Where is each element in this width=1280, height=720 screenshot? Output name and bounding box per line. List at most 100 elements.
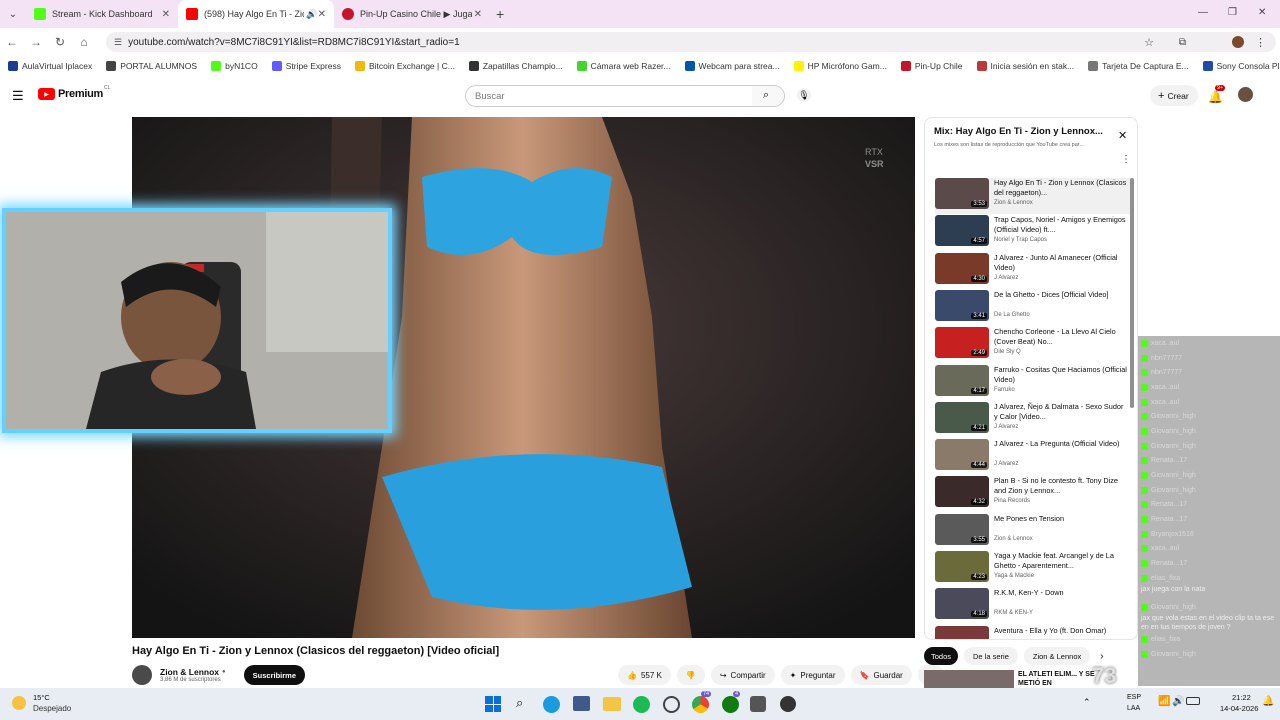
playlist-item[interactable]: Aventura - Ella y Yo (ft. Don Omar) (935, 625, 1131, 639)
bookmark-item[interactable]: PORTAL ALUMNOS (106, 61, 197, 71)
bookmark-item[interactable]: AulaVirtual Iplacex (8, 61, 92, 71)
clock-time[interactable]: 21:22 (1232, 693, 1251, 702)
xbox-icon[interactable] (722, 696, 739, 713)
notifications-button[interactable]: 🔔 9+ (1208, 85, 1226, 106)
bookmark-item[interactable]: Inicia sesión en stak... (976, 61, 1074, 71)
back-icon[interactable]: ← (0, 35, 24, 49)
tab-youtube[interactable]: (598) Hay Algo En Ti - Zion 🔊 ✕ (178, 0, 334, 28)
obs-icon[interactable] (780, 696, 796, 712)
language-label[interactable]: ESP (1127, 694, 1141, 701)
tab-kick[interactable]: Stream - Kick Dashboard ✕ (26, 0, 178, 28)
playlist-item[interactable]: 4:32 Plan B - Si no le contesto ft. Tony … (935, 476, 1131, 512)
weather-temp[interactable]: 15°C (33, 693, 50, 702)
window-close-icon[interactable]: ✕ (1258, 7, 1266, 18)
notification-center-icon[interactable]: 🔔 (1262, 696, 1274, 707)
bookmark-item[interactable]: Zapatillas Champio... (468, 61, 563, 71)
star-icon[interactable]: ☆ (1144, 36, 1154, 49)
chip-next-icon[interactable]: › (1100, 651, 1103, 662)
app-icon[interactable] (750, 696, 766, 712)
speaker-icon[interactable]: 🔊 (306, 9, 317, 20)
playlist-item[interactable]: 4:23 Yaga y Mackie feat. Arcangel y de La… (935, 551, 1131, 587)
subscribe-button[interactable]: Suscribirme (243, 665, 306, 685)
site-info-icon[interactable]: ☰ (114, 37, 122, 48)
new-tab-button[interactable]: + (496, 6, 504, 22)
playlist-item[interactable]: 4:21 J Alvarez, Ñejo & Dalmata - Sexo Sud… (935, 401, 1131, 438)
dislike-button[interactable]: 👎 (676, 665, 705, 685)
wifi-icon[interactable]: 📶 (1158, 696, 1170, 707)
playlist-item-text: Plan B - Si no le contesto ft. Tony Dize… (994, 476, 1129, 512)
maximize-icon[interactable]: ❐ (1228, 7, 1237, 18)
playlist-item[interactable]: 4:30 J Alvarez - Junto Al Amanecer (Offic… (935, 252, 1131, 289)
microphone-icon[interactable]: 🎙 (797, 88, 811, 102)
weather-desc[interactable]: Despejado (33, 704, 71, 713)
bookmark-item[interactable]: byN1CO (211, 61, 258, 71)
hamburger-menu-icon[interactable]: ☰ (12, 88, 24, 104)
battery-icon[interactable] (1186, 697, 1200, 705)
edge-icon[interactable] (543, 696, 560, 713)
chip-channel[interactable]: Zion & Lennox (1023, 647, 1091, 665)
playlist-item[interactable]: 3:53 Hay Algo En Ti - Zion y Lennox (Clas… (935, 178, 1131, 214)
bookmark-item[interactable]: Tarjeta De Captura E... (1088, 61, 1189, 71)
playlist-item[interactable]: 4:44 J Alvarez - La Pregunta (Official Vi… (935, 439, 1131, 475)
create-button[interactable]: + Crear (1150, 85, 1198, 106)
profile-avatar[interactable] (1232, 36, 1244, 48)
store-icon[interactable] (573, 696, 590, 711)
like-button[interactable]: 👍 557 K (618, 665, 671, 685)
share-button[interactable]: ↪ Compartir (710, 665, 775, 685)
minimize-icon[interactable]: — (1198, 7, 1208, 18)
chip-series[interactable]: De la serie (964, 647, 1018, 665)
tray-chevron-icon[interactable]: ⌃ (1083, 697, 1091, 708)
start-icon[interactable] (485, 696, 501, 712)
clock-date[interactable]: 14-04-2026 (1220, 704, 1258, 713)
explorer-icon[interactable] (603, 697, 621, 711)
bookmark-item[interactable]: Sony Consola PlaySt... (1202, 61, 1280, 71)
playlist-item[interactable]: 3:41 De la Ghetto - Dices [Official Video… (935, 289, 1131, 326)
close-icon[interactable]: ✕ (162, 9, 170, 20)
playlist-menu-icon[interactable]: ⋮ (1121, 154, 1131, 165)
playlist-item[interactable]: 4:18 R.K.M, Ken-Y - Down RKM & KEN-Y (935, 588, 1131, 624)
bookmark-item[interactable]: HP Micrófono Gam... (793, 61, 887, 71)
playlist-item[interactable]: 3:55 Me Pones en Tension Zion & Lennox (935, 513, 1131, 550)
menu-icon[interactable]: ⋮ (1255, 36, 1266, 49)
close-icon[interactable]: ✕ (318, 9, 326, 20)
url-field[interactable]: ☰ youtube.com/watch?v=8MC7i8C91YI&list=R… (106, 32, 1276, 52)
chrome-icon[interactable] (692, 696, 709, 713)
home-icon[interactable]: ⌂ (72, 35, 96, 49)
tab-pinup[interactable]: Pin-Up Casino Chile ▶ Jugar al ✕ (334, 0, 490, 28)
playlist-scrollbar[interactable] (1130, 178, 1134, 408)
account-avatar[interactable] (1238, 87, 1253, 102)
close-icon[interactable]: ✕ (474, 9, 482, 20)
forward-icon[interactable]: → (24, 35, 48, 49)
save-button[interactable]: 🔖 Guardar (850, 665, 912, 685)
chat-username: nbn77777 (1151, 354, 1183, 362)
bookmark-item[interactable]: Cámara web Razer... (576, 61, 671, 71)
channel-avatar[interactable] (132, 665, 152, 685)
bookmark-item[interactable]: Pin-Up Chile (900, 61, 963, 71)
bookmark-item[interactable]: Bitcoin Exchange | C... (354, 61, 455, 71)
playlist-item[interactable]: 4:57 Trap Capos, Noriel - Amigos y Enemig… (935, 215, 1131, 251)
chat-username: xaca..aul (1151, 383, 1180, 391)
close-playlist-icon[interactable]: ✕ (1118, 129, 1127, 142)
chip-all[interactable]: Todos (924, 647, 959, 665)
bookmark-item[interactable]: Webcam para strea... (684, 61, 780, 71)
search-taskbar-icon[interactable]: ⌕ (516, 695, 523, 711)
playlist-item-text: Chencho Corleone - La Llevo Al Cielo (Co… (994, 327, 1129, 363)
language-layout[interactable]: LAA (1127, 705, 1140, 712)
channel-name[interactable]: Zion & Lennox (160, 667, 219, 677)
ask-button[interactable]: ✦ Preguntar (780, 665, 845, 685)
whatsapp-icon[interactable] (663, 696, 680, 713)
chat-username: Renata...17 (1151, 516, 1188, 524)
search-button[interactable]: ⌕ (752, 85, 785, 107)
extensions-icon[interactable]: ⧉ (1179, 37, 1186, 48)
bookmark-item[interactable]: Stripe Express (271, 61, 341, 71)
youtube-logo[interactable]: ▶ Premium CL (38, 85, 110, 100)
spotify-icon[interactable] (633, 696, 650, 713)
volume-icon[interactable]: 🔊 (1172, 696, 1184, 707)
bookmark-label: Zapatillas Champio... (482, 61, 563, 71)
related-video-next[interactable]: EL ATLETI ELIM... Y SE METIÓ EN (924, 670, 1120, 688)
playlist-item[interactable]: 2:49 Chencho Corleone - La Llevo Al Cielo… (935, 327, 1131, 363)
reload-icon[interactable]: ↻ (48, 35, 72, 49)
tab-search-icon[interactable]: ⌄ (0, 9, 26, 20)
search-input[interactable]: Buscar (465, 85, 753, 107)
playlist-item[interactable]: 4:17 Farruko - Cositas Que Haciamos (Offi… (935, 364, 1131, 401)
